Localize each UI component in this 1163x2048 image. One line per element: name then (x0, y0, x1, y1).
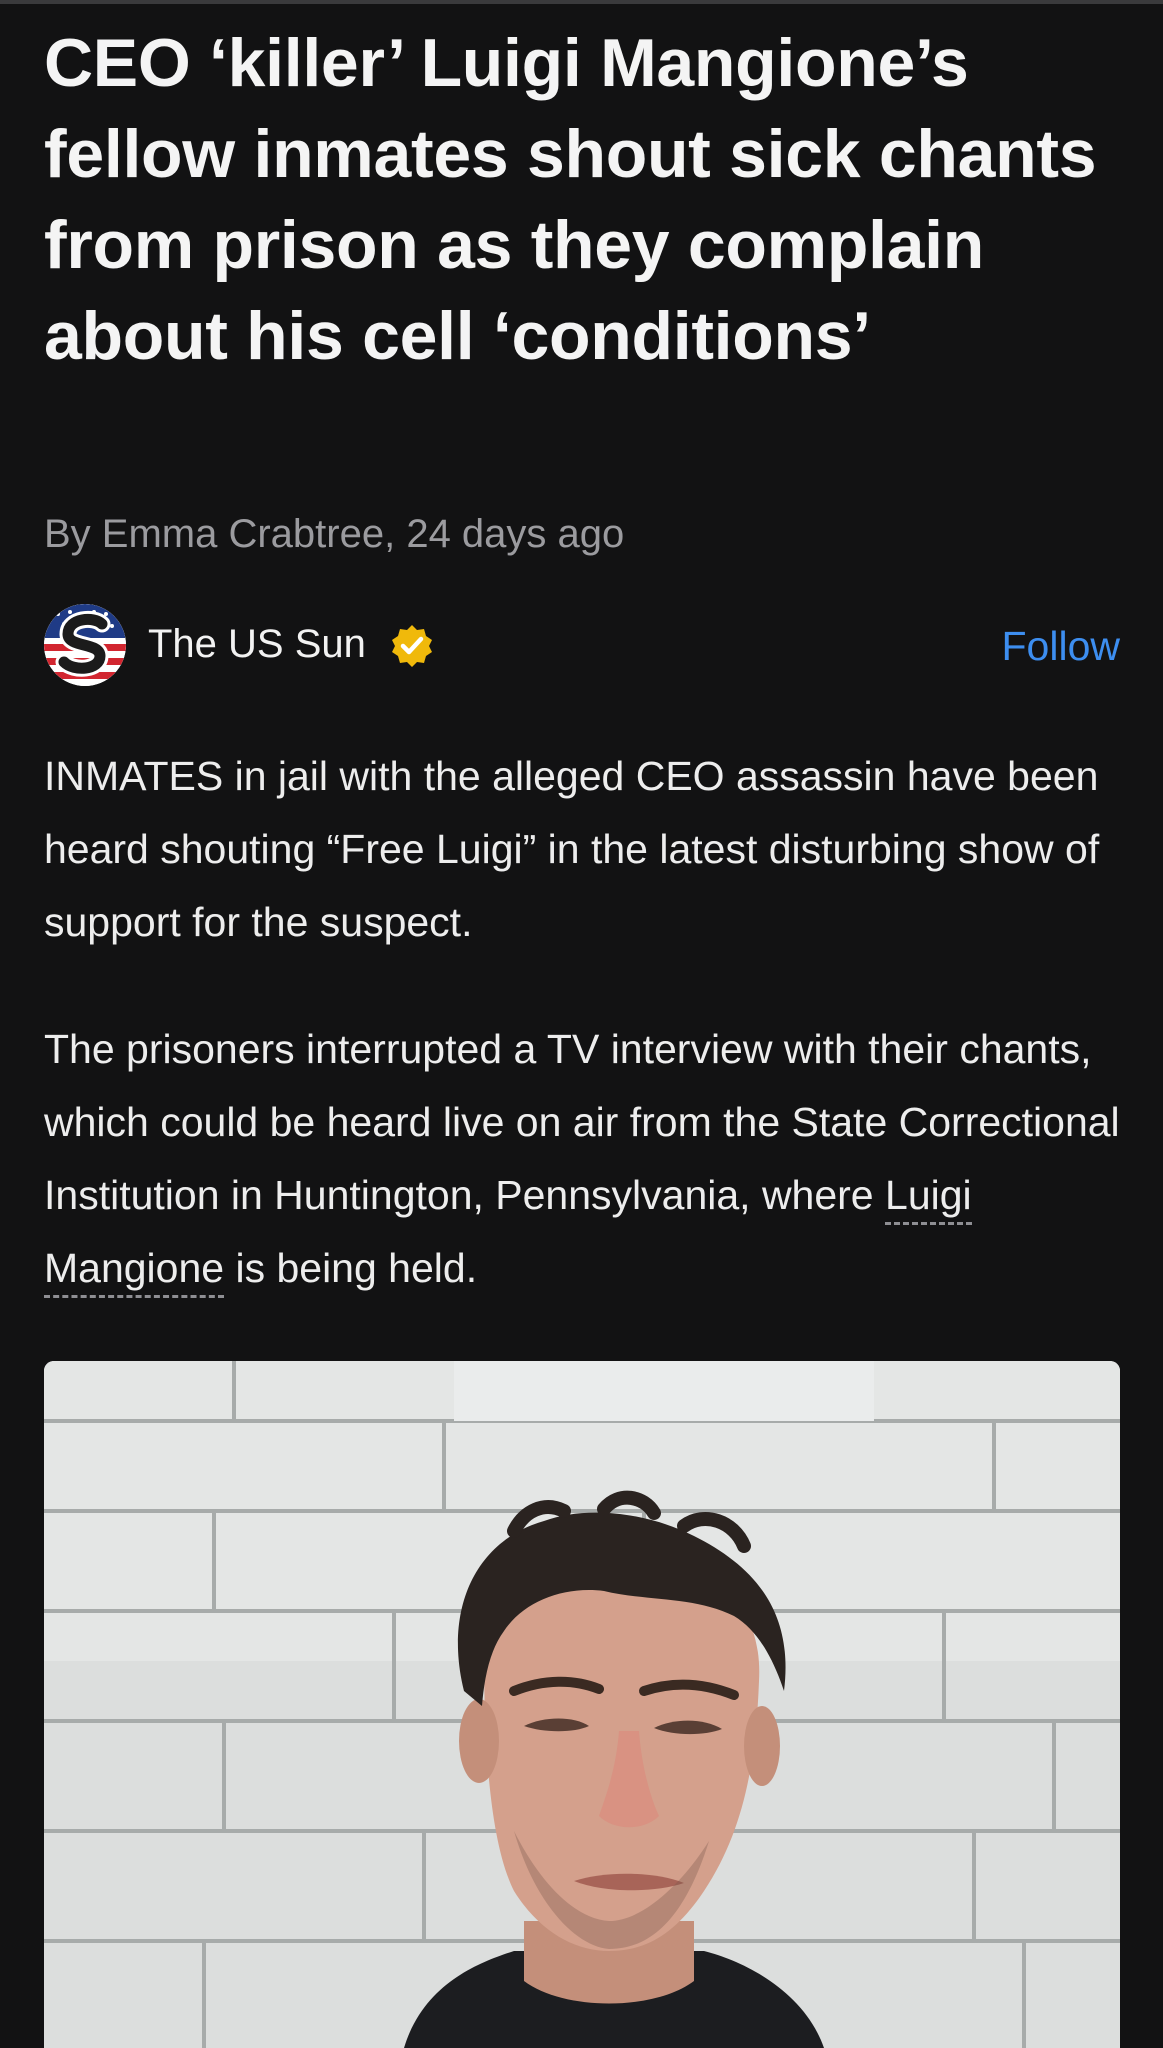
paragraph-text: is being held. (224, 1245, 478, 1291)
verified-check-icon (389, 623, 435, 669)
article-paragraph: The prisoners interrupted a TV interview… (44, 1013, 1134, 1305)
follow-button[interactable]: Follow (1002, 620, 1120, 672)
source-name[interactable]: The US Sun (148, 618, 366, 670)
article-paragraph: INMATES in jail with the alleged CEO ass… (44, 753, 1100, 945)
article-byline: By Emma Crabtree, 24 days ago (44, 512, 625, 556)
source-row: The US Sun Follow (44, 604, 1120, 688)
article-headline: CEO ‘killer’ Luigi Mangione’s fellow inm… (44, 25, 1097, 374)
top-divider (0, 0, 1163, 4)
article-photo[interactable] (44, 1361, 1120, 2048)
us-sun-logo-icon[interactable] (44, 604, 126, 686)
